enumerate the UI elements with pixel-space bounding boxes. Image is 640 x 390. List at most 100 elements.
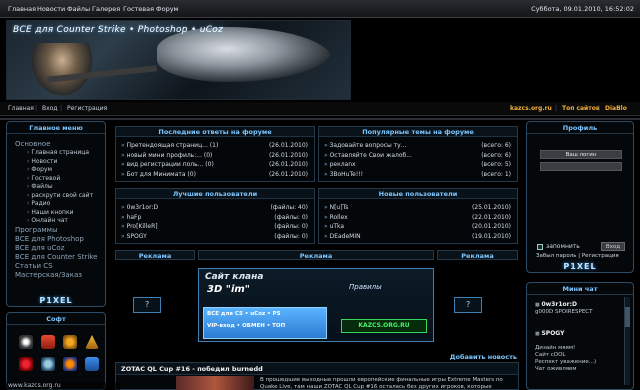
menu-item[interactable]: Основное <box>15 140 105 149</box>
pixel-logo: P1XEL <box>563 262 597 271</box>
row-text[interactable]: DEadeMIN <box>324 233 361 240</box>
row-text[interactable]: Задовайте вопросы ту... <box>324 142 407 149</box>
table-row[interactable]: Задовайте вопросы ту... (всего: 6) <box>319 141 517 151</box>
vlc-icon[interactable] <box>85 335 99 349</box>
table-row[interactable]: новый мини профиль:... (0) (26.01.2010) <box>116 151 314 161</box>
nav-forum[interactable]: Форум <box>156 5 178 13</box>
row-text[interactable]: Rollex <box>324 214 348 221</box>
subnav-top-sites[interactable]: Топ сайтов <box>562 105 600 112</box>
ie-icon[interactable] <box>85 357 99 371</box>
row-text[interactable]: вид регистрации поль... (0) <box>121 161 214 168</box>
menu-item[interactable]: Новости <box>15 158 105 167</box>
table-row[interactable]: N[u]Ts (25.01.2010) <box>319 203 517 213</box>
ad-center-title: Реклама <box>198 250 434 260</box>
table-row[interactable]: 3BoHuTe!!! (всего: 1) <box>319 170 517 180</box>
ad-banner-line3: ВСЕ для CS • uCoz • PS <box>207 311 281 317</box>
nav-gallery[interactable]: Галерея <box>92 5 120 13</box>
row-date: (26.01.2010) <box>268 170 308 178</box>
menu-item[interactable]: ВСЕ для Counter Strike <box>15 253 105 262</box>
ad-right-title: Реклама <box>437 250 518 260</box>
nav-files[interactable]: Файлы <box>67 5 90 13</box>
subnav-diablo[interactable]: DiaBlo <box>605 105 627 112</box>
row-text[interactable]: uTka <box>324 223 345 230</box>
row-count: (всего: 6) <box>481 142 511 149</box>
login-button[interactable]: Вход <box>601 242 625 251</box>
login-field[interactable]: Ваш логин <box>540 150 622 159</box>
menu-item[interactable]: Программы <box>15 226 105 235</box>
subnav-login[interactable]: Вход <box>42 105 58 112</box>
menu-item[interactable]: Статьи CS <box>15 262 105 271</box>
subnav-site-link[interactable]: kazcs.org.ru <box>510 105 552 112</box>
checkbox-icon[interactable] <box>537 243 543 250</box>
nav-guestbook[interactable]: Гостевая <box>123 5 154 13</box>
ad-left-slot[interactable]: ? <box>133 297 161 313</box>
row-text[interactable]: Претендоящая страниц... (1) <box>121 142 219 149</box>
ad-banner[interactable]: Сайт клана 3D "im" Правилы ВСЕ для CS • … <box>198 268 434 342</box>
menu-item[interactable]: Онлайн чат <box>15 217 105 226</box>
menu-item[interactable]: Файлы <box>15 183 105 192</box>
firefox-icon[interactable] <box>63 357 77 371</box>
row-date: (19.01.2010) <box>471 232 511 240</box>
scroll-thumb[interactable] <box>625 307 630 327</box>
menu-item[interactable]: Главная страница <box>15 149 105 158</box>
row-text[interactable]: Оставляйте Свои жалоб... <box>324 152 412 159</box>
table-row[interactable]: haFp (файлы: 0) <box>116 213 314 223</box>
disc-icon[interactable] <box>19 335 33 349</box>
row-text[interactable]: реклаnx <box>324 161 356 168</box>
nav-home[interactable]: Главная <box>8 5 36 13</box>
table-row[interactable]: DEadeMIN (19.01.2010) <box>319 232 517 242</box>
row-text[interactable]: новый мини профиль:... (0) <box>121 152 213 159</box>
row-text[interactable]: SPOGY <box>121 233 147 240</box>
row-text[interactable]: N[u]Ts <box>324 204 349 211</box>
row-text[interactable]: 0w3r1or:D <box>121 204 159 211</box>
remember-checkbox[interactable]: запомнить <box>537 243 580 250</box>
menu-item[interactable]: Форум <box>15 166 105 175</box>
table-row[interactable]: SPOGY (файлы: 0) <box>116 232 314 242</box>
acrobat-icon[interactable] <box>41 335 55 349</box>
table-row[interactable]: 0w3r1or:D (файлы: 40) <box>116 203 314 213</box>
table-row[interactable]: Rollex (22.01.2010) <box>319 213 517 223</box>
table-row[interactable]: Бот для Минимата (0) (26.01.2010) <box>116 170 314 180</box>
row-text[interactable]: Pro[KilleR] <box>121 223 158 230</box>
menu-item[interactable]: Наши кнопки <box>15 209 105 218</box>
menu-item[interactable]: ВСЕ для uCoz <box>15 244 105 253</box>
car-image <box>157 27 332 82</box>
menu-item[interactable]: Мастерская/Заказ <box>15 271 105 280</box>
row-text[interactable]: 3BoHuTe!!! <box>324 171 363 178</box>
globe-icon[interactable] <box>41 357 55 371</box>
opera-icon[interactable] <box>19 357 33 371</box>
menu-item[interactable]: Гостевой <box>15 175 105 184</box>
row-text[interactable]: haFp <box>121 214 142 221</box>
chat-author[interactable]: 0w3r1or:D <box>535 301 593 309</box>
table-row[interactable]: Pro[KilleR] (файлы: 0) <box>116 222 314 232</box>
news-title[interactable]: ZOTAC QL Cup #16 - победил burnedd <box>121 365 263 373</box>
password-field[interactable] <box>540 162 622 171</box>
header-banner[interactable]: ВСЕ для Counter Strike • Photoshop • uCo… <box>6 20 351 100</box>
add-news-link[interactable]: Добавить новость <box>450 353 517 361</box>
chat-text: Дизайн мяям! Сайт cOOL Респект уважение.… <box>535 345 597 372</box>
subnav-register[interactable]: Регистрация <box>67 105 107 112</box>
chat-scrollbar[interactable] <box>624 297 630 385</box>
row-text[interactable]: Бот для Минимата (0) <box>121 171 196 178</box>
nav-news[interactable]: Новости <box>37 5 65 13</box>
subnav-home[interactable]: Главная <box>8 105 34 112</box>
winamp-icon[interactable] <box>63 335 77 349</box>
table-row[interactable]: uTka (20.01.2010) <box>319 222 517 232</box>
ad-right-slot[interactable]: ? <box>454 297 482 313</box>
chat-text: g000D SPOIRESPECT <box>535 309 593 315</box>
table-row[interactable]: вид регистрации поль... (0) (26.01.2010) <box>116 160 314 170</box>
profile-panel: Профиль Ваш логин запомнить Вход Забыл п… <box>526 121 634 273</box>
chat-author[interactable]: SPOGY <box>535 330 596 338</box>
menu-item[interactable]: Радио <box>15 200 105 209</box>
table-row[interactable]: реклаnx (всего: 5) <box>319 160 517 170</box>
row-date: (20.01.2010) <box>471 223 511 230</box>
forgot-register-link[interactable]: Забыл пароль | Регистрация <box>536 253 619 259</box>
date-time: Суббота, 09.01.2010, 16:52:02 <box>531 5 634 13</box>
ad-left-title: Реклама <box>115 250 195 260</box>
row-date: (25.01.2010) <box>471 204 511 211</box>
menu-item[interactable]: ВСЕ для Photoshop <box>15 235 105 244</box>
news-thumbnail[interactable] <box>176 376 254 390</box>
table-row[interactable]: Претендоящая страниц... (1) (26.01.2010) <box>116 141 314 151</box>
table-row[interactable]: Оставляйте Свои жалоб... (всего: 6) <box>319 151 517 161</box>
menu-item[interactable]: раскрути свой сайт <box>15 192 105 201</box>
